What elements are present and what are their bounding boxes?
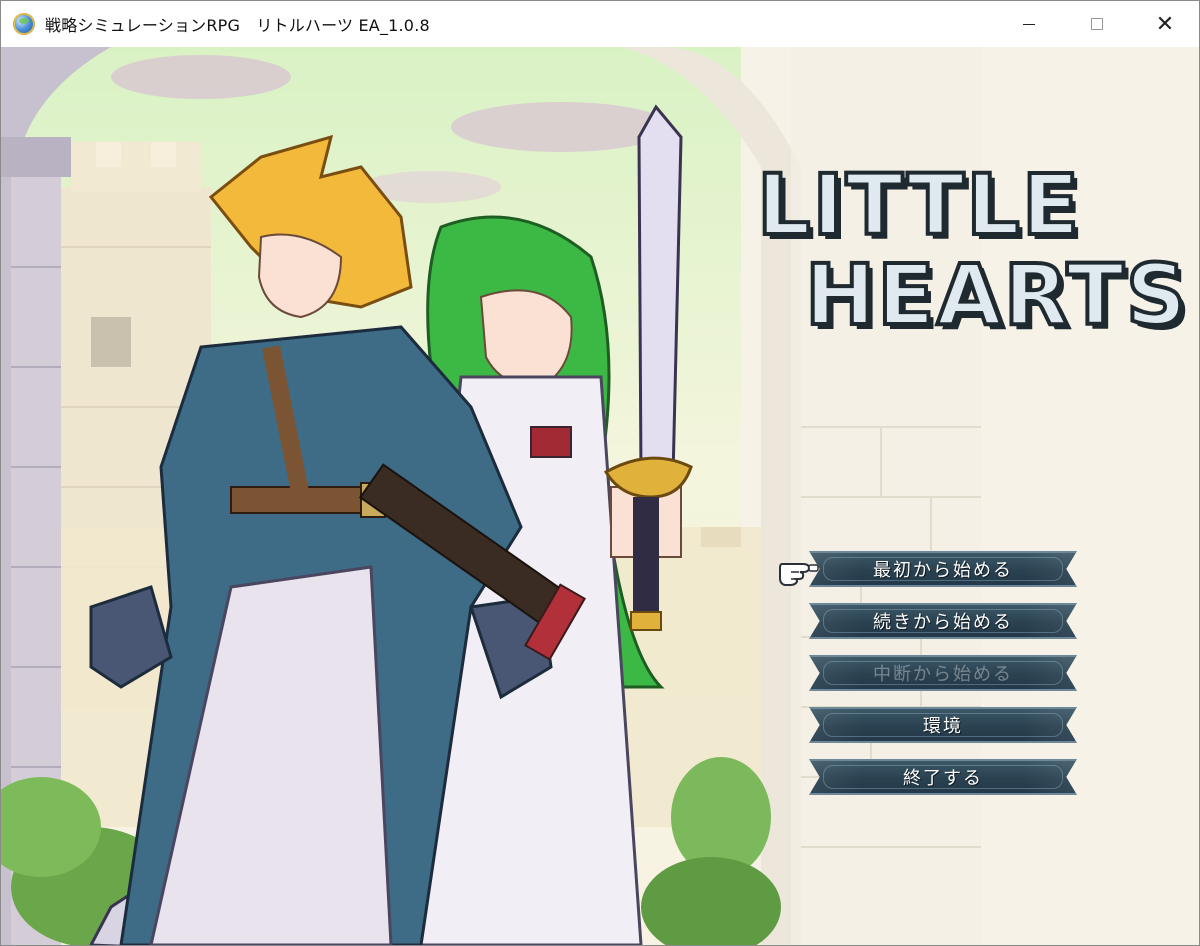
menu-item-label: 続きから始める [873,612,1013,633]
menu-quit-button[interactable]: 終了する [809,759,1077,795]
menu-settings-button[interactable]: 環境 [809,707,1077,743]
globe-icon [13,13,35,35]
title-bar[interactable]: 戦略シミュレーションRPG リトルハーツ EA_1.0.8 ✕ [1,1,1199,47]
window-title: 戦略シミュレーションRPG リトルハーツ EA_1.0.8 [45,16,430,35]
game-logo: LITTLE HEARTS [751,156,1188,383]
menu-item-label: 終了する [903,768,983,789]
logo-line-hearts: HEARTS [803,246,1189,344]
title-menu: 最初から始める 続きから始める 中断から始める 環境 終了する [809,551,1081,811]
logo-line-little: LITTLE [755,156,1082,254]
maximize-button[interactable] [1063,1,1131,47]
window-controls: ✕ [995,1,1199,47]
minimize-icon [1023,23,1035,25]
menu-resume-button: 中断から始める [809,655,1077,691]
menu-item-label: 中断から始める [873,664,1013,685]
maximize-icon [1091,18,1103,30]
close-button[interactable]: ✕ [1131,1,1199,47]
menu-new-game-button[interactable]: 最初から始める [809,551,1077,587]
minimize-button[interactable] [995,1,1063,47]
menu-continue-button[interactable]: 続きから始める [809,603,1077,639]
game-window: 戦略シミュレーションRPG リトルハーツ EA_1.0.8 ✕ LITTLE H… [0,0,1200,946]
menu-item-label: 環境 [923,716,963,737]
menu-item-label: 最初から始める [873,560,1013,581]
close-icon: ✕ [1155,11,1175,37]
title-screen[interactable]: LITTLE HEARTS 最初から始める 続きから始める 中断から始める 環境… [1,47,1199,945]
